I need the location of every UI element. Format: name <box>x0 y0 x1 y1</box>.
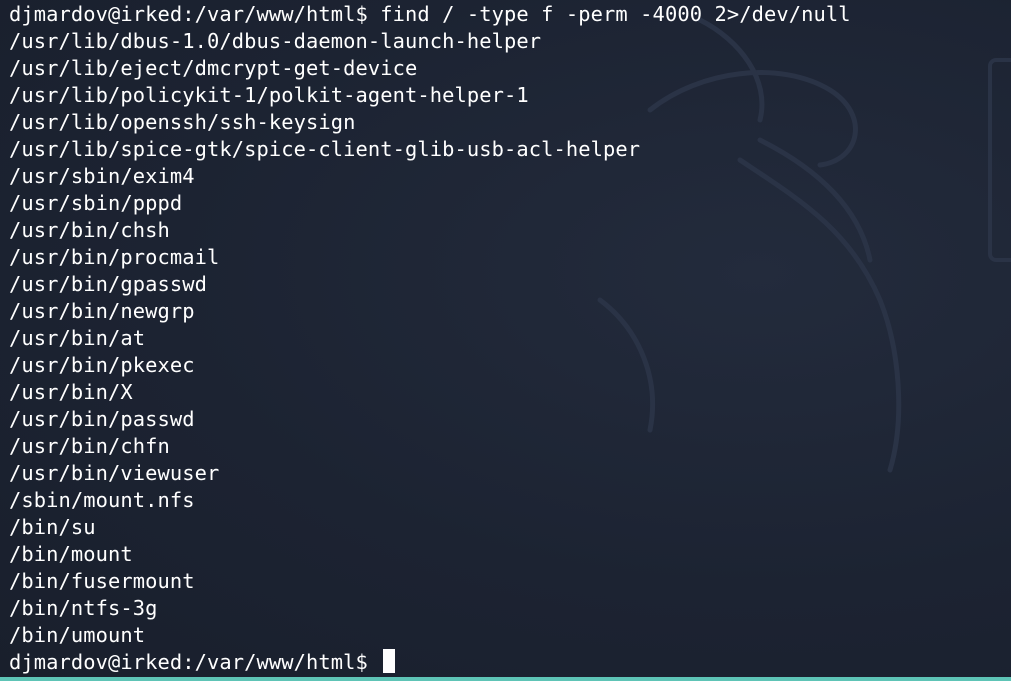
output-line: /sbin/mount.nfs <box>9 488 195 512</box>
output-line: /usr/lib/policykit-1/polkit-agent-helper… <box>9 83 529 107</box>
output-line: /bin/umount <box>9 623 146 647</box>
output-line: /usr/bin/chsh <box>9 218 170 242</box>
output-line: /usr/lib/openssh/ssh-keysign <box>9 110 356 134</box>
output-line: /usr/bin/passwd <box>9 407 195 431</box>
terminal-window[interactable]: djmardov@irked:/var/www/html$ find / -ty… <box>0 0 1011 681</box>
output-line: /usr/bin/newgrp <box>9 299 195 323</box>
prompt-line[interactable]: djmardov@irked:/var/www/html$ <box>9 649 1011 676</box>
status-bar <box>0 677 1011 681</box>
output-line: /usr/lib/spice-gtk/spice-client-glib-usb… <box>9 137 641 161</box>
shell-prompt: djmardov@irked:/var/www/html$ <box>9 650 381 674</box>
output-line: /usr/bin/viewuser <box>9 461 220 485</box>
output-line: /bin/su <box>9 515 96 539</box>
output-line: /usr/bin/chfn <box>9 434 170 458</box>
output-line: /usr/lib/dbus-1.0/dbus-daemon-launch-hel… <box>9 29 542 53</box>
output-line: /usr/bin/X <box>9 380 133 404</box>
output-line: /bin/ntfs-3g <box>9 596 158 620</box>
command-line: djmardov@irked:/var/www/html$ find / -ty… <box>9 2 851 26</box>
output-line: /usr/sbin/pppd <box>9 191 183 215</box>
block-cursor <box>383 649 396 673</box>
output-line: /usr/bin/gpasswd <box>9 272 208 296</box>
output-line: /usr/bin/at <box>9 326 146 350</box>
output-line: /usr/bin/procmail <box>9 245 220 269</box>
output-line: /usr/sbin/exim4 <box>9 164 195 188</box>
terminal-output: djmardov@irked:/var/www/html$ find / -ty… <box>9 1 1011 676</box>
output-line: /bin/fusermount <box>9 569 195 593</box>
output-line: /usr/lib/eject/dmcrypt-get-device <box>9 56 418 80</box>
output-line: /usr/bin/pkexec <box>9 353 195 377</box>
output-line: /bin/mount <box>9 542 133 566</box>
